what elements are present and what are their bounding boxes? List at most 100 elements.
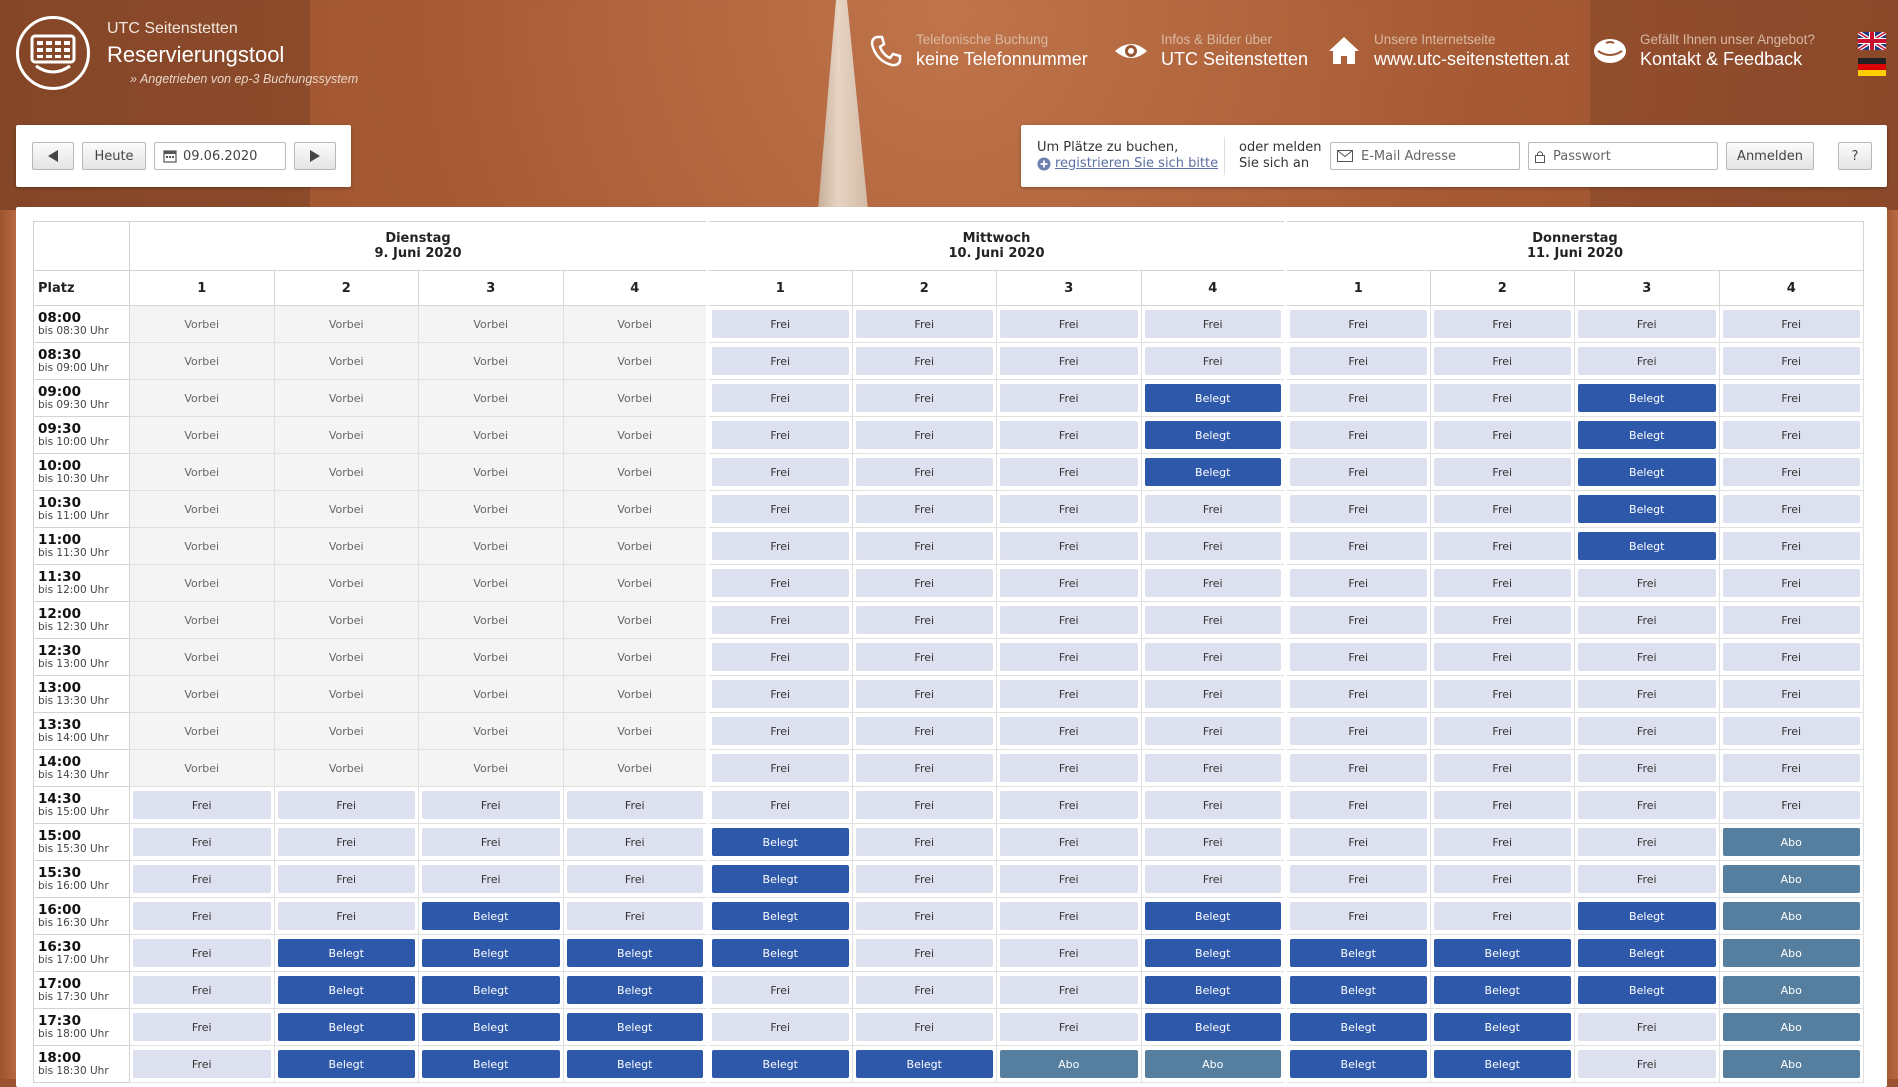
free-slot[interactable]: Frei — [277, 828, 415, 856]
free-slot[interactable]: Frei — [1433, 754, 1571, 782]
free-slot[interactable]: Frei — [1000, 569, 1138, 597]
free-slot[interactable]: Frei — [133, 939, 271, 967]
booked-slot[interactable]: Belegt — [712, 939, 849, 967]
today-button[interactable]: Heute — [82, 142, 146, 170]
free-slot[interactable]: Frei — [855, 532, 993, 560]
booked-slot[interactable]: Belegt — [1290, 1050, 1427, 1078]
free-slot[interactable]: Frei — [1578, 1013, 1716, 1041]
free-slot[interactable]: Frei — [1433, 532, 1571, 560]
free-slot[interactable]: Frei — [1000, 1013, 1138, 1041]
free-slot[interactable]: Frei — [422, 865, 560, 893]
free-slot[interactable]: Frei — [1000, 310, 1138, 338]
free-slot[interactable]: Frei — [133, 1050, 271, 1078]
free-slot[interactable]: Frei — [855, 865, 993, 893]
free-slot[interactable]: Frei — [277, 865, 415, 893]
booked-slot[interactable]: Belegt — [1144, 976, 1281, 1004]
free-slot[interactable]: Frei — [1433, 421, 1571, 449]
free-slot[interactable]: Frei — [1578, 717, 1716, 745]
booked-slot[interactable]: Belegt — [1144, 421, 1281, 449]
club-logo[interactable] — [16, 16, 90, 90]
free-slot[interactable]: Frei — [1722, 310, 1860, 338]
booked-slot[interactable]: Belegt — [1578, 902, 1716, 930]
booked-slot[interactable]: Belegt — [1144, 384, 1281, 412]
booked-slot[interactable]: Belegt — [277, 1013, 415, 1041]
free-slot[interactable]: Frei — [1144, 495, 1281, 523]
subscription-slot[interactable]: Abo — [1722, 865, 1860, 893]
free-slot[interactable]: Frei — [712, 643, 849, 671]
free-slot[interactable]: Frei — [1578, 606, 1716, 634]
free-slot[interactable]: Frei — [712, 384, 849, 412]
free-slot[interactable]: Frei — [855, 717, 993, 745]
subscription-slot[interactable]: Abo — [1722, 902, 1860, 930]
free-slot[interactable]: Frei — [1722, 532, 1860, 560]
free-slot[interactable]: Frei — [1290, 606, 1427, 634]
free-slot[interactable]: Frei — [133, 1013, 271, 1041]
free-slot[interactable]: Frei — [1000, 791, 1138, 819]
free-slot[interactable]: Frei — [855, 384, 993, 412]
free-slot[interactable]: Frei — [1000, 754, 1138, 782]
booked-slot[interactable]: Belegt — [712, 902, 849, 930]
register-link[interactable]: registrieren Sie sich bitte — [1037, 156, 1218, 171]
free-slot[interactable]: Frei — [1000, 384, 1138, 412]
free-slot[interactable]: Frei — [133, 791, 271, 819]
free-slot[interactable]: Frei — [1000, 828, 1138, 856]
free-slot[interactable]: Frei — [1722, 384, 1860, 412]
free-slot[interactable]: Frei — [566, 828, 703, 856]
free-slot[interactable]: Frei — [855, 643, 993, 671]
free-slot[interactable]: Frei — [1433, 458, 1571, 486]
free-slot[interactable]: Frei — [1433, 569, 1571, 597]
free-slot[interactable]: Frei — [1722, 643, 1860, 671]
free-slot[interactable]: Frei — [712, 310, 849, 338]
subscription-slot[interactable]: Abo — [1144, 1050, 1281, 1078]
free-slot[interactable]: Frei — [1578, 569, 1716, 597]
subscription-slot[interactable]: Abo — [1000, 1050, 1138, 1078]
booked-slot[interactable]: Belegt — [566, 976, 703, 1004]
free-slot[interactable]: Frei — [712, 717, 849, 745]
next-day-button[interactable] — [294, 142, 336, 170]
booked-slot[interactable]: Belegt — [712, 1050, 849, 1078]
booked-slot[interactable]: Belegt — [1433, 1050, 1571, 1078]
free-slot[interactable]: Frei — [1722, 717, 1860, 745]
free-slot[interactable]: Frei — [1722, 791, 1860, 819]
free-slot[interactable]: Frei — [1144, 680, 1281, 708]
free-slot[interactable]: Frei — [1578, 791, 1716, 819]
free-slot[interactable]: Frei — [1000, 421, 1138, 449]
login-button[interactable]: Anmelden — [1726, 142, 1814, 170]
booked-slot[interactable]: Belegt — [1578, 532, 1716, 560]
booked-slot[interactable]: Belegt — [566, 1013, 703, 1041]
booked-slot[interactable]: Belegt — [1433, 939, 1571, 967]
free-slot[interactable]: Frei — [1290, 754, 1427, 782]
free-slot[interactable]: Frei — [1144, 532, 1281, 560]
booked-slot[interactable]: Belegt — [1578, 939, 1716, 967]
free-slot[interactable]: Frei — [1290, 495, 1427, 523]
free-slot[interactable]: Frei — [1722, 495, 1860, 523]
free-slot[interactable]: Frei — [1000, 643, 1138, 671]
free-slot[interactable]: Frei — [1433, 347, 1571, 375]
free-slot[interactable]: Frei — [1290, 902, 1427, 930]
free-slot[interactable]: Frei — [1578, 754, 1716, 782]
free-slot[interactable]: Frei — [1578, 680, 1716, 708]
free-slot[interactable]: Frei — [1000, 606, 1138, 634]
booked-slot[interactable]: Belegt — [422, 939, 560, 967]
free-slot[interactable]: Frei — [133, 902, 271, 930]
free-slot[interactable]: Frei — [1000, 939, 1138, 967]
subscription-slot[interactable]: Abo — [1722, 976, 1860, 1004]
free-slot[interactable]: Frei — [1144, 310, 1281, 338]
free-slot[interactable]: Frei — [133, 976, 271, 1004]
german-flag-icon[interactable] — [1858, 58, 1886, 76]
free-slot[interactable]: Frei — [1144, 828, 1281, 856]
free-slot[interactable]: Frei — [1722, 606, 1860, 634]
free-slot[interactable]: Frei — [1000, 347, 1138, 375]
free-slot[interactable]: Frei — [1722, 680, 1860, 708]
booked-slot[interactable]: Belegt — [422, 976, 560, 1004]
free-slot[interactable]: Frei — [1722, 347, 1860, 375]
booked-slot[interactable]: Belegt — [1144, 458, 1281, 486]
free-slot[interactable]: Frei — [712, 791, 849, 819]
booked-slot[interactable]: Belegt — [1144, 902, 1281, 930]
free-slot[interactable]: Frei — [1578, 1050, 1716, 1078]
free-slot[interactable]: Frei — [1433, 495, 1571, 523]
free-slot[interactable]: Frei — [1290, 421, 1427, 449]
previous-day-button[interactable] — [32, 142, 74, 170]
free-slot[interactable]: Frei — [712, 976, 849, 1004]
booked-slot[interactable]: Belegt — [566, 1050, 703, 1078]
